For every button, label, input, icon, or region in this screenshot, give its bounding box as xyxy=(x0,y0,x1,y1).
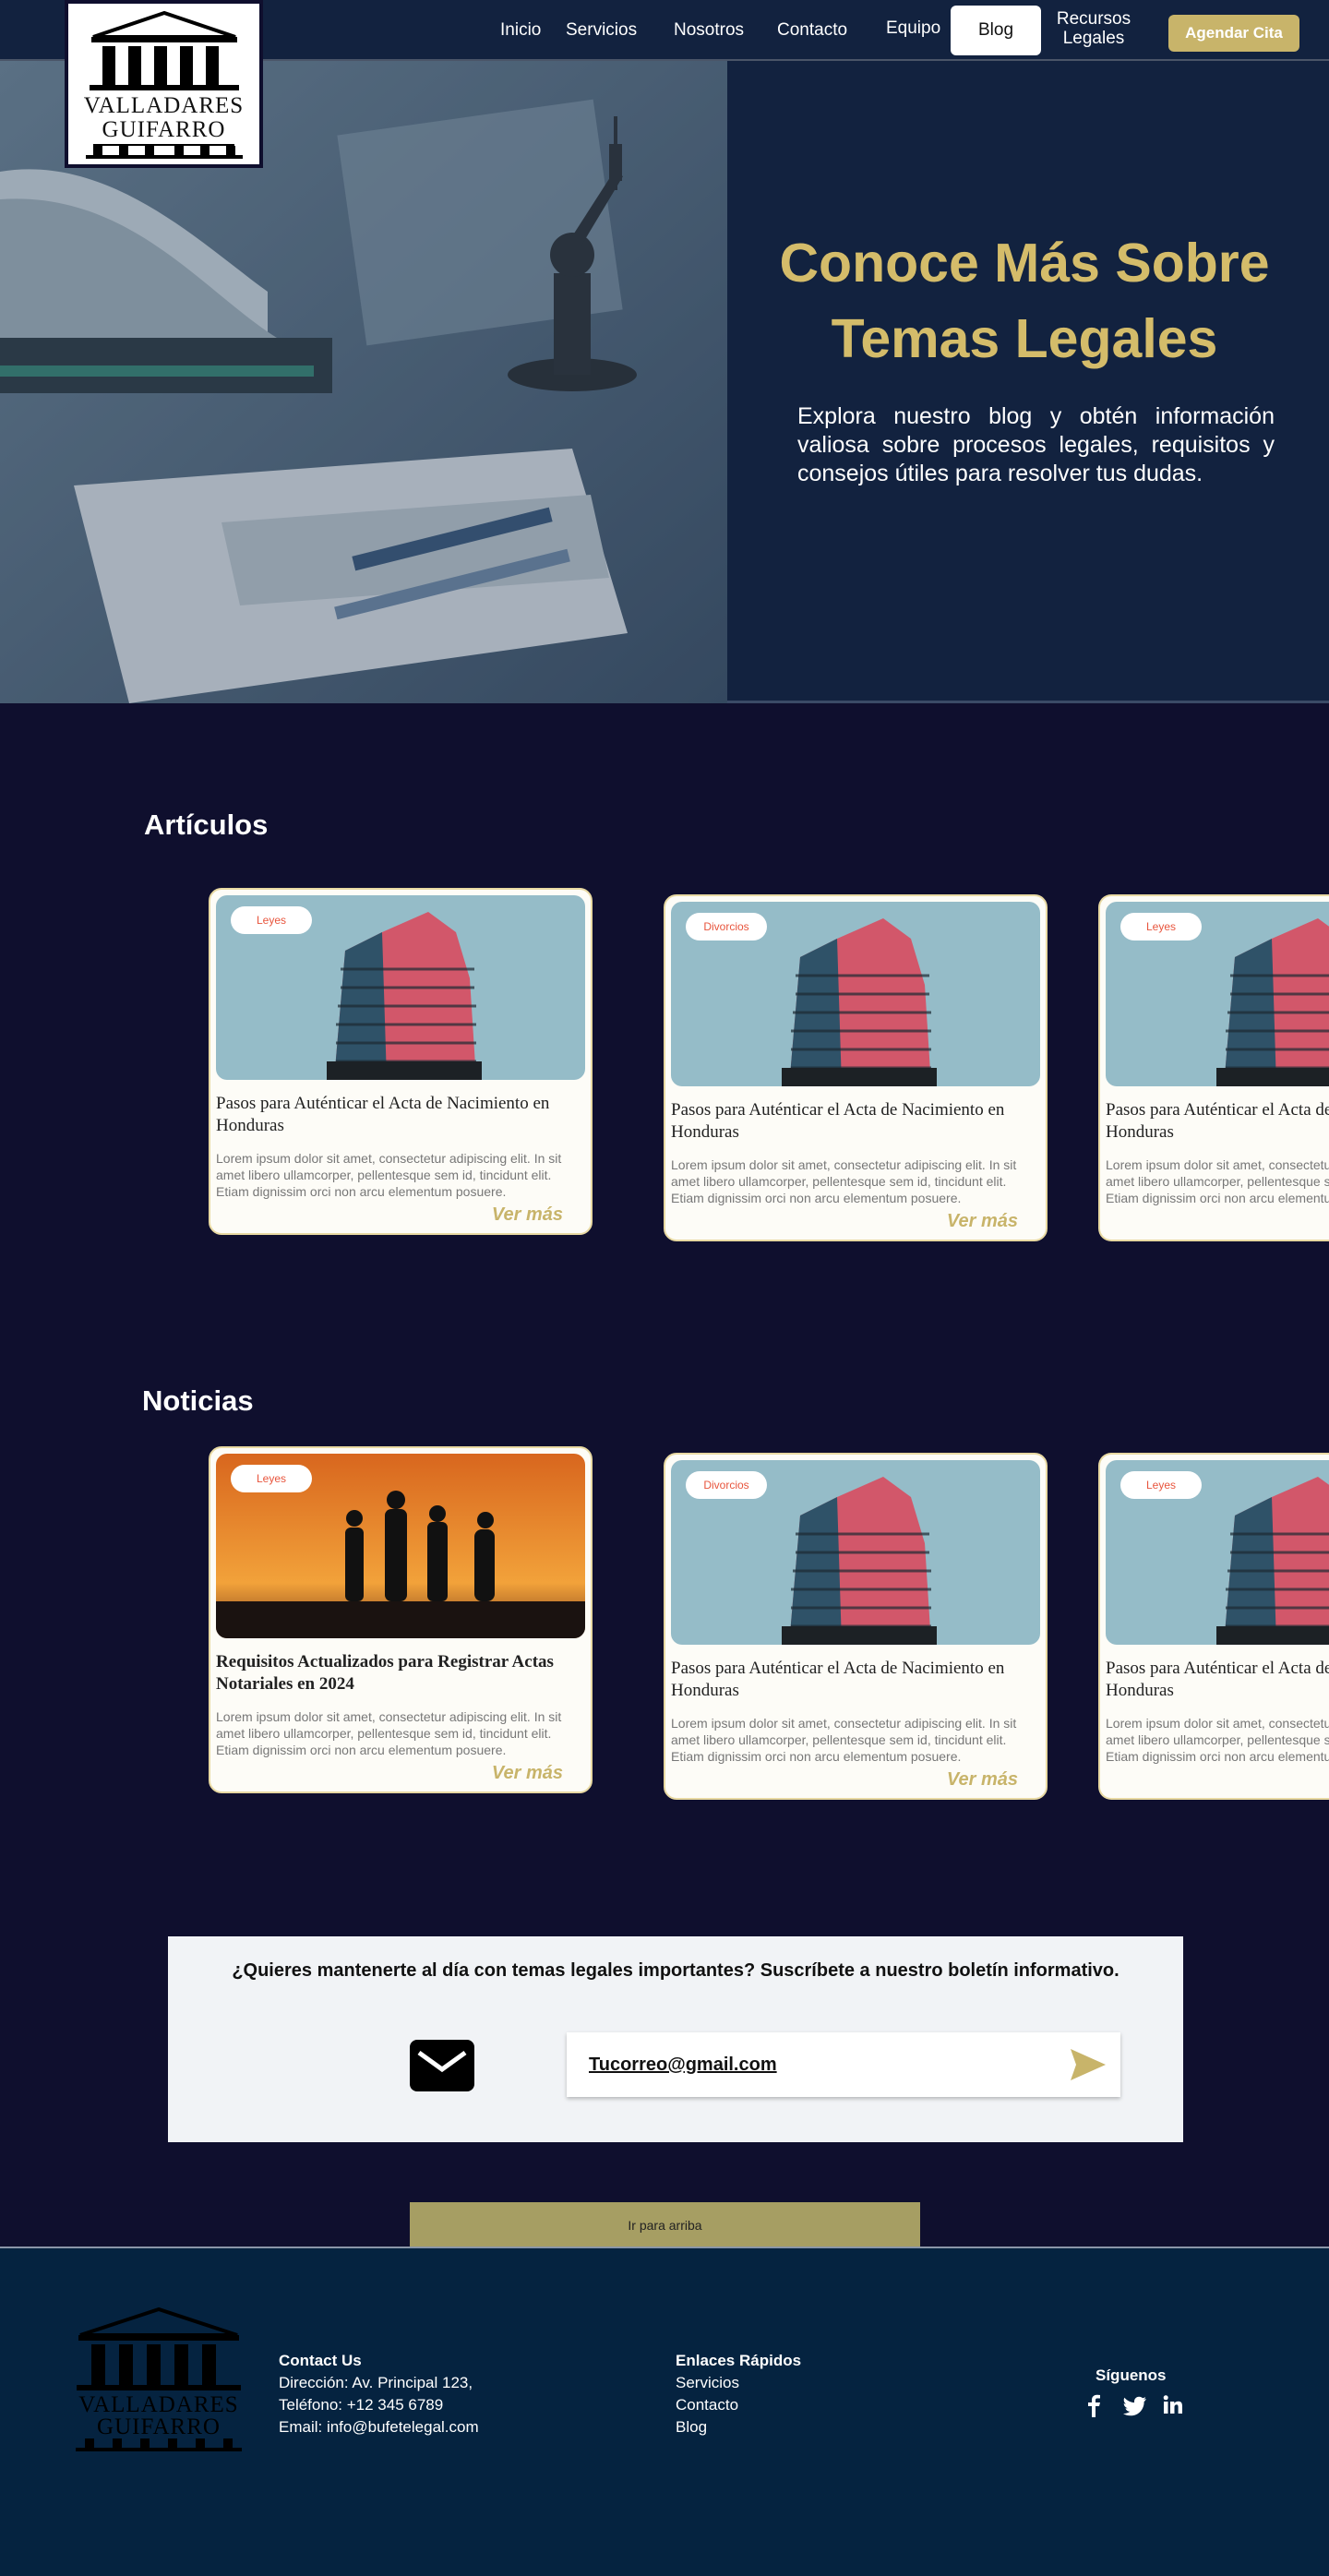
hero-description: Explora nuestro blog y obtén información… xyxy=(797,403,1275,486)
contact-phone: Teléfono: +12 345 6789 xyxy=(279,2396,444,2414)
newsletter-title: ¿Quieres mantenerte al día con temas leg… xyxy=(232,1960,1119,1981)
footer-link-servicios[interactable]: Servicios xyxy=(676,2374,739,2392)
send-icon[interactable] xyxy=(1071,2049,1106,2080)
twitter-icon[interactable] xyxy=(1123,2393,1147,2417)
nav-servicios[interactable]: Servicios xyxy=(566,20,637,41)
site-logo[interactable]: VALLADARES GUIFARRO xyxy=(65,0,263,168)
footer-logo-line-2: GUIFARRO xyxy=(97,2414,221,2439)
card-excerpt: Lorem ipsum dolor sit amet, consectetur … xyxy=(216,1709,562,1757)
card-title[interactable]: Requisitos Actualizados para Registrar A… xyxy=(216,1651,585,1695)
nav-recursos-legales[interactable]: Recursos Legales xyxy=(1052,9,1135,48)
mail-icon xyxy=(410,2040,474,2091)
nav-blog-button[interactable]: Blog xyxy=(951,6,1041,55)
card-excerpt: Lorem ipsum dolor sit amet, consectetur … xyxy=(1106,1157,1329,1205)
footer-link-blog[interactable]: Blog xyxy=(676,2418,707,2437)
card-title[interactable]: Pasos para Auténticar el Acta de Nacimie… xyxy=(671,1658,1040,1702)
card-excerpt: Lorem ipsum dolor sit amet, consectetur … xyxy=(1106,1716,1329,1764)
news-card[interactable]: Leyes Requisitos Actualizados para Regis… xyxy=(209,1446,593,1793)
ver-mas-link[interactable]: Ver más xyxy=(947,1769,1018,1791)
courthouse-logo-icon xyxy=(89,10,239,90)
category-tag[interactable]: Divorcios xyxy=(686,913,767,941)
social-title: Síguenos xyxy=(1096,2366,1167,2384)
quick-links-title: Enlaces Rápidos xyxy=(676,2352,802,2369)
article-card[interactable]: Leyes Pasos para Auténticar el Acta de N… xyxy=(1098,894,1329,1241)
ver-mas-link[interactable]: Ver más xyxy=(492,1204,563,1226)
newsletter-section: ¿Quieres mantenerte al día con temas leg… xyxy=(168,1936,1183,2142)
ver-mas-link[interactable]: Ver más xyxy=(947,1211,1018,1232)
card-excerpt: Lorem ipsum dolor sit amet, consectetur … xyxy=(671,1157,1017,1205)
logo-base-icon xyxy=(76,2438,242,2451)
courthouse-logo-icon xyxy=(77,2306,241,2390)
logo-line-1: VALLADARES xyxy=(83,93,245,118)
card-excerpt: Lorem ipsum dolor sit amet, consectetur … xyxy=(216,1151,562,1199)
nav-contacto[interactable]: Contacto xyxy=(777,20,847,41)
category-tag[interactable]: Leyes xyxy=(1120,1471,1202,1499)
category-tag[interactable]: Divorcios xyxy=(686,1471,767,1499)
back-to-top-button[interactable]: Ir para arriba xyxy=(410,2202,920,2248)
logo-base-icon xyxy=(85,146,243,159)
nav-equipo[interactable]: Equipo xyxy=(886,18,940,39)
linkedin-icon[interactable] xyxy=(1161,2393,1185,2417)
email-value: Tucorreo@gmail.com xyxy=(589,2055,777,2075)
news-card[interactable]: Divorcios Pasos para Auténticar el Acta … xyxy=(664,1453,1048,1800)
hero-title: Conoce Más Sobre Temas Legales xyxy=(766,225,1283,377)
article-card[interactable]: Leyes Pasos para Auténticar el Acta de N… xyxy=(209,888,593,1235)
category-tag[interactable]: Leyes xyxy=(231,1465,312,1492)
card-title[interactable]: Pasos para Auténticar el Acta de Nacimie… xyxy=(1106,1658,1329,1702)
contact-email: Email: info@bufetelegal.com xyxy=(279,2418,479,2436)
hero-title-line-1: Conoce Más Sobre xyxy=(779,233,1270,294)
footer-logo[interactable]: VALLADARES GUIFARRO xyxy=(68,2306,249,2462)
contact-title: Contact Us xyxy=(279,2352,362,2369)
footer-logo-line-1: VALLADARES xyxy=(78,2392,239,2417)
nav-inicio[interactable]: Inicio xyxy=(500,20,541,41)
site-footer: VALLADARES GUIFARRO Contact Us Dirección… xyxy=(0,2247,1329,2576)
category-tag[interactable]: Leyes xyxy=(231,906,312,934)
card-title[interactable]: Pasos para Auténticar el Acta de Nacimie… xyxy=(216,1093,585,1137)
nav-nosotros[interactable]: Nosotros xyxy=(674,20,744,41)
facebook-icon[interactable] xyxy=(1082,2393,1106,2417)
card-excerpt: Lorem ipsum dolor sit amet, consectetur … xyxy=(671,1716,1017,1764)
hero-title-line-2: Temas Legales xyxy=(831,308,1218,369)
ver-mas-link[interactable]: Ver más xyxy=(492,1763,563,1784)
news-card[interactable]: Leyes Pasos para Auténticar el Acta de N… xyxy=(1098,1453,1329,1800)
card-title[interactable]: Pasos para Auténticar el Acta de Nacimie… xyxy=(671,1099,1040,1144)
article-card[interactable]: Divorcios Pasos para Auténticar el Acta … xyxy=(664,894,1048,1241)
articulos-title: Artículos xyxy=(144,809,269,841)
noticias-title: Noticias xyxy=(142,1384,254,1417)
newsletter-email-input[interactable]: Tucorreo@gmail.com xyxy=(567,2032,1120,2097)
agendar-cita-button[interactable]: Agendar Cita xyxy=(1168,15,1299,52)
card-title[interactable]: Pasos para Auténticar el Acta de Nacimie… xyxy=(1106,1099,1329,1144)
logo-line-2: GUIFARRO xyxy=(92,118,235,146)
category-tag[interactable]: Leyes xyxy=(1120,913,1202,941)
footer-link-contacto[interactable]: Contacto xyxy=(676,2396,738,2414)
contact-address: Dirección: Av. Principal 123, xyxy=(279,2374,473,2391)
